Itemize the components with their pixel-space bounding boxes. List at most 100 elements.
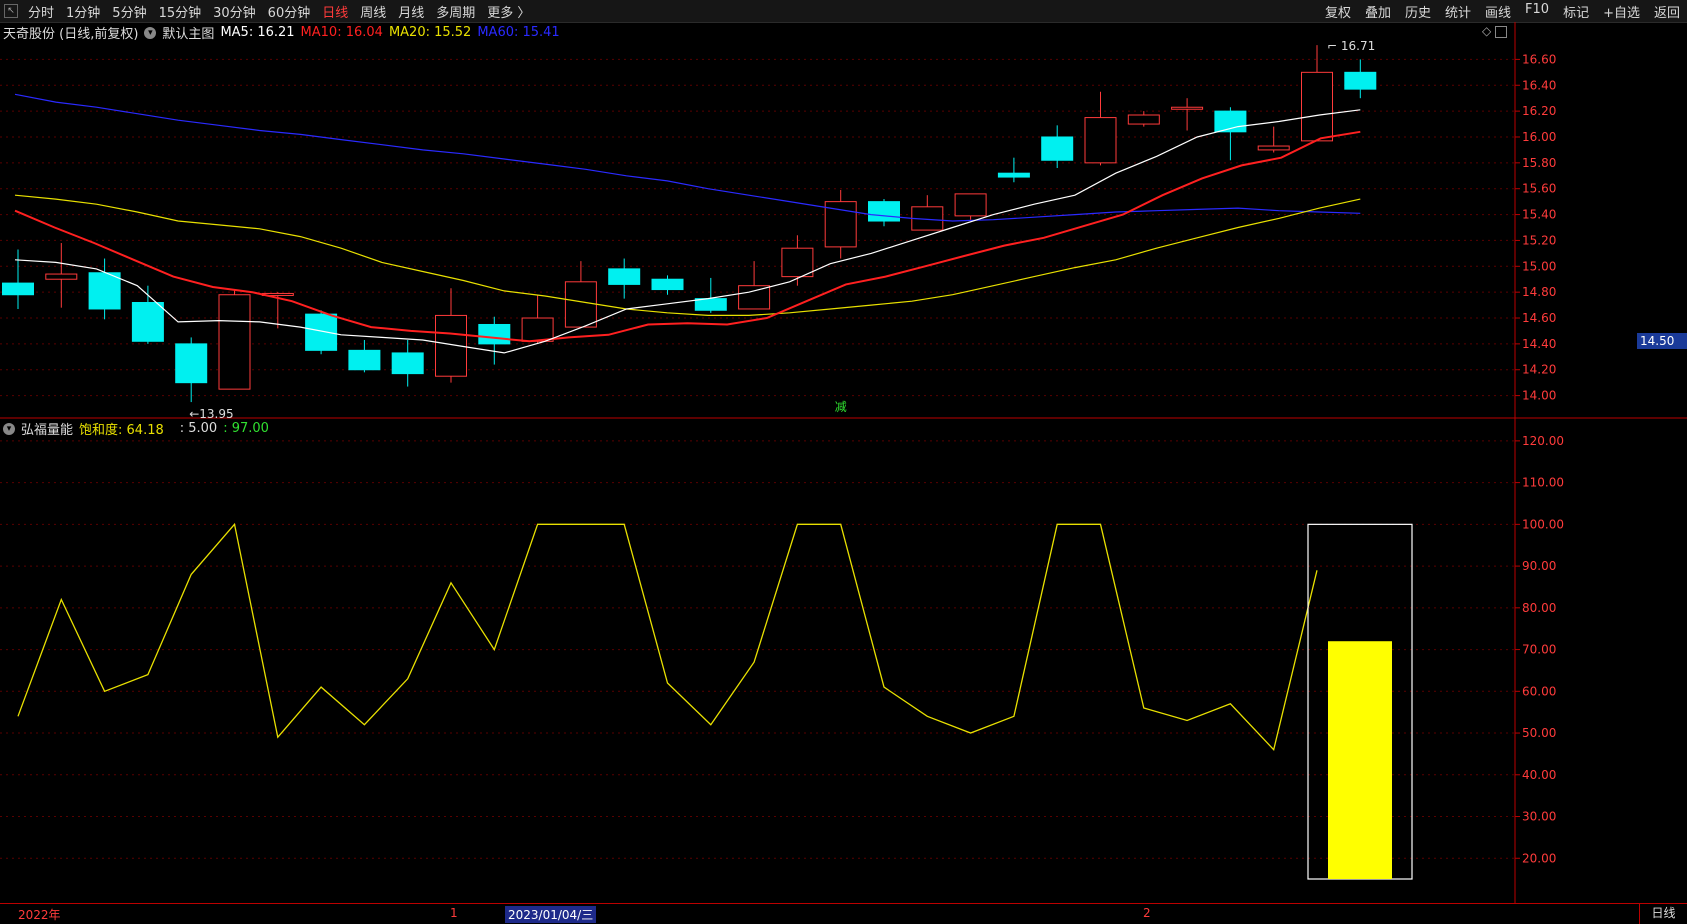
toolbar-action-4[interactable]: 画线 [1478, 2, 1518, 21]
candle-body [911, 206, 944, 231]
ma-label-0: MA5: 16.21 [220, 25, 295, 40]
period-toolbar: ↖ 分时 1分钟 5分钟 15分钟 30分钟 60分钟 日线 周线 月线 多周期 更多 〉 复权 叠加… [0, 0, 1687, 23]
period-tabs: 分时 1分钟 5分钟 15分钟 30分钟 60分钟 日线 周线 月线 多周期 更多 〉 [22, 2, 536, 21]
candle-body [1127, 114, 1160, 125]
ma5-line [14, 109, 1361, 354]
candle-body [1344, 71, 1377, 90]
period-tab-0[interactable]: 分时 [22, 2, 60, 21]
toolbar-action-1[interactable]: 叠加 [1358, 2, 1398, 21]
main-y-tick-label: 15.80 [1522, 156, 1556, 170]
period-tab-4[interactable]: 30分钟 [207, 2, 262, 21]
candle-body [478, 323, 511, 345]
template-dropdown-icon[interactable]: ▾ [144, 26, 157, 39]
ma60-line [14, 93, 1361, 222]
candle-body [521, 317, 554, 342]
candle-body [1214, 110, 1247, 133]
current-price-box: 14.50 [1637, 332, 1687, 349]
main-y-tick-label: 16.60 [1522, 52, 1556, 66]
indicator-y-tick-label: 100.00 [1522, 517, 1564, 531]
main-y-tick-label: 14.20 [1522, 363, 1556, 377]
main-y-tick-label: 16.20 [1522, 104, 1556, 118]
indicator-name[interactable]: 弘福量能 [21, 419, 73, 438]
period-tab-7[interactable]: 周线 [354, 2, 392, 21]
candle-body [564, 281, 597, 328]
candle-body [997, 172, 1030, 178]
ma-label-1: MA10: 16.04 [300, 25, 383, 40]
indicator-y-tick-label: 80.00 [1522, 601, 1556, 615]
ma10-line [14, 130, 1361, 343]
candle-body [348, 349, 381, 371]
saturation-bar [1328, 641, 1392, 879]
candle-body [131, 302, 164, 342]
corner-icon[interactable]: ↖ [4, 4, 18, 18]
main-y-tick-label: 15.20 [1522, 233, 1556, 247]
indicator-line [17, 522, 1318, 752]
saturation-frame [1307, 523, 1413, 880]
date-label-0: 2022年 [18, 908, 61, 922]
chart-area[interactable]: 16.60 16.40 16.20 16.00 15.80 15.60 15.40 15.20… [0, 0, 1687, 923]
candle-body [218, 294, 251, 390]
stock-title: 天奇股份 (日线,前复权) [3, 27, 139, 42]
candle-body [1257, 145, 1290, 151]
toolbar-action-5[interactable]: F10 [1518, 2, 1556, 21]
date-label-2: 2023/01/04/三 [505, 906, 597, 923]
toolbar-action-3[interactable]: 统计 [1438, 2, 1478, 21]
indicator-y-tick-label: 90.00 [1522, 559, 1556, 573]
candle-body [824, 201, 857, 248]
period-tab-10[interactable]: 更多 〉 [481, 2, 536, 21]
period-tab-9[interactable]: 多周期 [430, 2, 481, 21]
ma20-line [14, 194, 1361, 316]
candle-body [651, 278, 684, 291]
candle-body [88, 272, 121, 310]
diamond-icon[interactable]: ◇ [1482, 24, 1491, 38]
toolbar-action-8[interactable]: 返回 [1647, 2, 1687, 21]
period-tab-2[interactable]: 5分钟 [106, 2, 152, 21]
period-label[interactable]: 日线 [1639, 903, 1687, 924]
toolbar-right-actions: 复权 叠加 历史 统计 画线 F10 标记 +自选 返回 [1318, 2, 1687, 21]
candle-body [954, 193, 987, 217]
candle-body [435, 314, 467, 377]
candle-body [1171, 106, 1204, 110]
period-tab-3[interactable]: 15分钟 [153, 2, 208, 21]
indicator-y-tick-label: 20.00 [1522, 851, 1556, 865]
saturation-label: 饱和度: 64.18 [79, 423, 164, 438]
candle-body [694, 298, 727, 311]
ma-labels: MA5: 16.21 MA10: 16.04 MA20: 15.52 MA60: 15… [220, 25, 559, 40]
candle-body [608, 268, 641, 285]
main-y-tick-label: 16.00 [1522, 130, 1556, 144]
main-y-tick-label: 14.60 [1522, 311, 1556, 325]
template-name[interactable]: 默认主图 [162, 23, 214, 42]
window-toggle-icon[interactable] [1495, 26, 1508, 38]
candle-body [175, 343, 208, 384]
toolbar-action-0[interactable]: 复权 [1318, 2, 1358, 21]
candle-body [1301, 71, 1333, 142]
toolbar-action-2[interactable]: 历史 [1398, 2, 1438, 21]
candle-body [1084, 117, 1117, 164]
date-axis: 2022年 1 2023/01/04/三 2 [0, 903, 1640, 924]
main-y-tick-label: 14.00 [1522, 389, 1556, 403]
main-y-tick-label: 16.40 [1522, 78, 1556, 92]
chart-controls: ◇ [1482, 24, 1508, 38]
date-label-1: 1 [450, 906, 458, 920]
candle-body [261, 292, 294, 296]
indicator-y-tick-label: 120.00 [1522, 434, 1564, 448]
period-tab-8[interactable]: 月线 [392, 2, 430, 21]
indicator-y-tick-label: 60.00 [1522, 684, 1556, 698]
candle-body [45, 273, 78, 280]
main-chart-legend: 天奇股份 (日线,前复权) ▾ 默认主图 MA5: 16.21 MA10: 16.… [3, 23, 560, 42]
candle-body [738, 285, 771, 310]
main-y-tick-label: 14.40 [1522, 337, 1556, 351]
period-tab-6[interactable]: 日线 [316, 2, 354, 21]
candle-body [2, 282, 34, 296]
main-y-tick-label: 15.40 [1522, 208, 1556, 222]
period-tab-1[interactable]: 1分钟 [60, 2, 106, 21]
indicator-param1: : 5.00 [179, 421, 218, 436]
toolbar-action-6[interactable]: 标记 [1556, 2, 1596, 21]
indicator-dropdown-icon[interactable]: ▾ [3, 422, 15, 435]
high-price-label: ⌐ 16.71 [1327, 39, 1375, 53]
indicator-y-tick-label: 110.00 [1522, 476, 1564, 490]
candle-body [868, 201, 900, 222]
main-y-tick-label: 14.80 [1522, 285, 1556, 299]
toolbar-action-7[interactable]: +自选 [1596, 2, 1647, 21]
period-tab-5[interactable]: 60分钟 [262, 2, 317, 21]
